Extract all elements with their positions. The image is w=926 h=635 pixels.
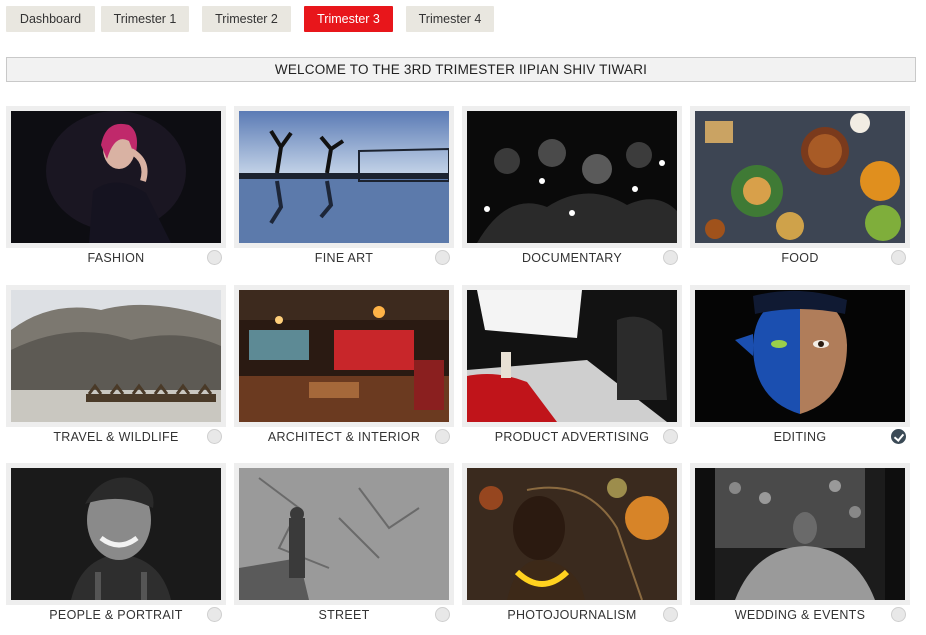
- card-frame: [690, 463, 910, 605]
- category-card-editing[interactable]: EDITING: [690, 285, 910, 447]
- card-frame: [234, 285, 454, 427]
- card-frame: [234, 106, 454, 248]
- editing-photo: [695, 290, 905, 422]
- select-radio[interactable]: [435, 250, 450, 265]
- photojournalism-photo: [467, 468, 677, 600]
- category-card-photojournalism[interactable]: PHOTOJOURNALISM: [462, 463, 682, 625]
- category-card-architect-interior[interactable]: ARCHITECT & INTERIOR: [234, 285, 454, 447]
- select-radio[interactable]: [435, 429, 450, 444]
- category-label: PRODUCT ADVERTISING: [494, 430, 650, 444]
- category-label: DOCUMENTARY: [521, 251, 623, 265]
- category-label: ARCHITECT & INTERIOR: [267, 430, 421, 444]
- food-photo: [695, 111, 905, 243]
- architect-interior-photo: [239, 290, 449, 422]
- card-frame: [6, 285, 226, 427]
- travel-wildlife-photo: [11, 290, 221, 422]
- card-frame: [462, 106, 682, 248]
- select-radio[interactable]: [435, 607, 450, 622]
- category-label: STREET: [318, 608, 370, 622]
- select-radio-checked[interactable]: [891, 429, 906, 444]
- card-frame: [690, 106, 910, 248]
- category-card-wedding-events[interactable]: WEDDING & EVENTS: [690, 463, 910, 625]
- tab-dashboard[interactable]: Dashboard: [6, 6, 95, 32]
- select-radio[interactable]: [207, 607, 222, 622]
- category-card-people-portrait[interactable]: PEOPLE & PORTRAIT: [6, 463, 226, 625]
- select-radio[interactable]: [207, 429, 222, 444]
- card-frame: [690, 285, 910, 427]
- card-frame: [462, 285, 682, 427]
- category-label: WEDDING & EVENTS: [734, 608, 866, 622]
- category-card-documentary[interactable]: DOCUMENTARY: [462, 106, 682, 268]
- category-card-street[interactable]: STREET: [234, 463, 454, 625]
- category-label: FINE ART: [314, 251, 374, 265]
- category-card-fashion[interactable]: FASHION: [6, 106, 226, 268]
- select-radio[interactable]: [663, 250, 678, 265]
- fine-art-photo: [239, 111, 449, 243]
- card-frame: [6, 106, 226, 248]
- category-card-food[interactable]: FOOD: [690, 106, 910, 268]
- category-label: EDITING: [773, 430, 827, 444]
- select-radio[interactable]: [207, 250, 222, 265]
- card-frame: [6, 463, 226, 605]
- category-label: TRAVEL & WILDLIFE: [53, 430, 179, 444]
- category-card-travel-wildlife[interactable]: TRAVEL & WILDLIFE: [6, 285, 226, 447]
- card-frame: [462, 463, 682, 605]
- select-radio[interactable]: [891, 250, 906, 265]
- wedding-events-photo: [695, 468, 905, 600]
- category-label: PEOPLE & PORTRAIT: [49, 608, 183, 622]
- street-photo: [239, 468, 449, 600]
- card-frame: [234, 463, 454, 605]
- tab-trimester-2[interactable]: Trimester 2: [202, 6, 291, 32]
- tab-trimester-4[interactable]: Trimester 4: [406, 6, 494, 32]
- category-card-product-advertising[interactable]: PRODUCT ADVERTISING: [462, 285, 682, 447]
- category-card-fine-art[interactable]: FINE ART: [234, 106, 454, 268]
- select-radio[interactable]: [891, 607, 906, 622]
- welcome-banner: WELCOME TO THE 3RD TRIMESTER IIPIAN SHIV…: [6, 57, 916, 82]
- product-advertising-photo: [467, 290, 677, 422]
- select-radio[interactable]: [663, 429, 678, 444]
- tab-trimester-3[interactable]: Trimester 3: [304, 6, 393, 32]
- category-label: PHOTOJOURNALISM: [507, 608, 637, 622]
- people-portrait-photo: [11, 468, 221, 600]
- category-label: FOOD: [781, 251, 819, 265]
- documentary-photo: [467, 111, 677, 243]
- fashion-photo: [11, 111, 221, 243]
- tab-trimester-1[interactable]: Trimester 1: [101, 6, 189, 32]
- select-radio[interactable]: [663, 607, 678, 622]
- category-label: FASHION: [87, 251, 145, 265]
